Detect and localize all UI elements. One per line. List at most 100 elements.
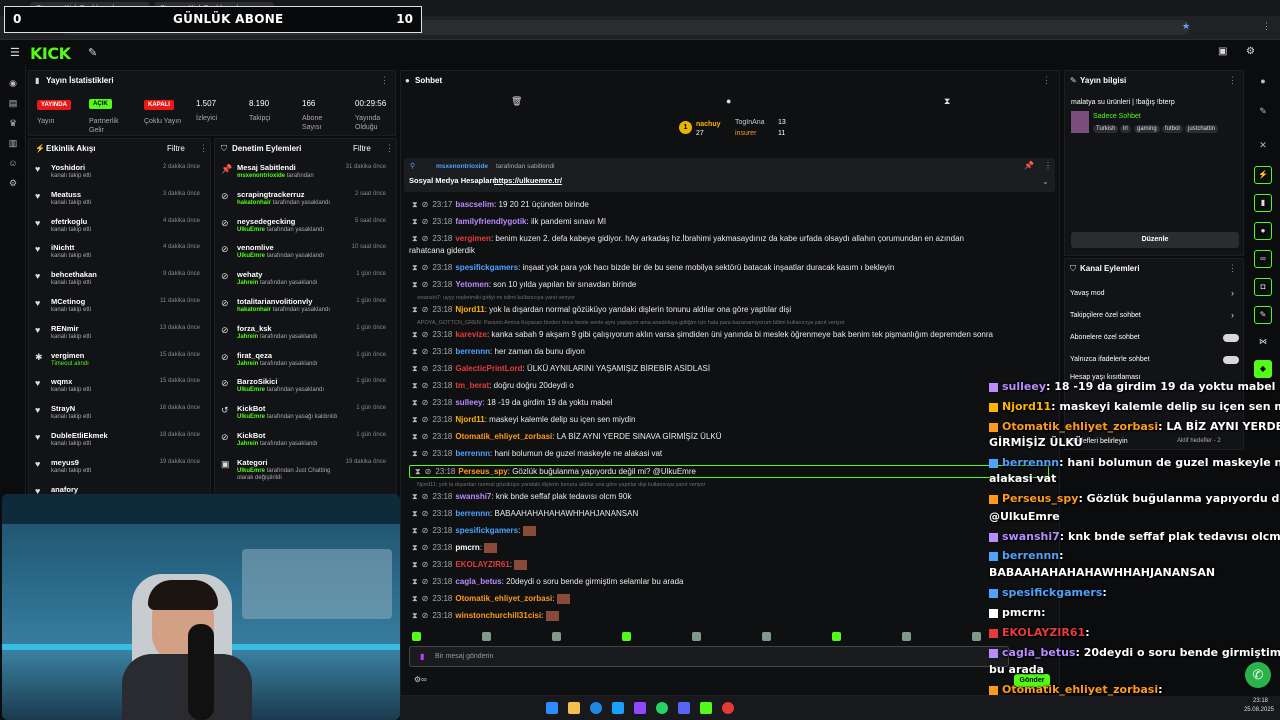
emote-quick-icon[interactable]: [832, 632, 841, 641]
timeout-action-icon[interactable]: ⧗: [412, 611, 418, 620]
activity-user[interactable]: RENmir: [51, 324, 79, 333]
timeout-action-icon[interactable]: ⧗: [412, 432, 418, 441]
chevron-right-icon[interactable]: ›: [1231, 310, 1234, 320]
timeout-action-icon[interactable]: ⧗: [412, 492, 418, 501]
ban-action-icon[interactable]: ⊘: [422, 432, 429, 441]
moderation-target[interactable]: firat_qeza: [237, 351, 272, 360]
action-followers-only[interactable]: Takipçilere özel sohbet: [1070, 312, 1141, 319]
emote-quick-icon[interactable]: [902, 632, 911, 641]
unpin-icon[interactable]: 📌: [1024, 161, 1034, 170]
chat-user[interactable]: Yetomen: [455, 280, 488, 289]
chat-user[interactable]: tm_berat: [455, 381, 489, 390]
ban-action-icon[interactable]: ⊘: [422, 200, 429, 209]
timeout-action-icon[interactable]: ⧗: [412, 217, 418, 226]
ban-action-icon[interactable]: ⊘: [422, 280, 429, 289]
close-icon[interactable]: ✕: [1256, 140, 1270, 152]
moderator-name[interactable]: Jahrein: [237, 441, 258, 447]
action-subs-only[interactable]: Abonelere özel sohbet: [1070, 334, 1140, 341]
timeout-action-icon[interactable]: ⧗: [412, 263, 418, 272]
chevron-right-icon[interactable]: ›: [1231, 288, 1234, 298]
action-emote-only[interactable]: Yalnızca ifadelerle sohbet: [1070, 356, 1150, 363]
info-menu-icon[interactable]: ⋮: [1228, 75, 1237, 86]
emote-quick-icon[interactable]: [412, 632, 421, 641]
timeout-action-icon[interactable]: ⧗: [412, 234, 418, 243]
trash-icon[interactable]: ▮: [1254, 194, 1272, 212]
timeout-action-icon[interactable]: ⧗: [412, 415, 418, 424]
gear-icon[interactable]: ⚙: [6, 178, 20, 190]
moderator-name[interactable]: UlkuEmre: [237, 468, 265, 474]
bars-icon[interactable]: ▥: [6, 138, 20, 150]
timeout-action-icon[interactable]: ⧗: [412, 526, 418, 535]
ban-action-icon[interactable]: ⊘: [422, 577, 429, 586]
tag-chip[interactable]: Turkish: [1093, 125, 1119, 133]
moderator-name[interactable]: UlkuEmre: [237, 387, 265, 393]
settings-chat-icon[interactable]: ⚙∞: [414, 675, 427, 684]
windows-start-icon[interactable]: [546, 702, 558, 714]
timeout-action-icon[interactable]: ⧗: [412, 594, 418, 603]
lock-icon[interactable]: ◘: [1254, 278, 1272, 296]
ban-action-icon[interactable]: ⊘: [422, 449, 429, 458]
activity-user[interactable]: iNichtt: [51, 243, 74, 252]
moderation-target[interactable]: forza_ksk: [237, 324, 272, 333]
chat-input[interactable]: ▮ Bir mesaj gönderin: [409, 646, 1009, 667]
tag-chip[interactable]: gaming: [1134, 125, 1160, 133]
activity-filter-button[interactable]: Filtre: [167, 144, 185, 153]
timeout-action-icon[interactable]: ⧗: [412, 543, 418, 552]
moderation-target[interactable]: totalitarianvolitionvly: [237, 297, 312, 306]
bookmark-star-icon[interactable]: ★: [1182, 21, 1190, 32]
activity-user[interactable]: wqmx: [51, 377, 72, 386]
pinned-link[interactable]: https://ulkuemre.tr/: [494, 176, 562, 185]
activity-user[interactable]: meyus9: [51, 458, 79, 467]
chat-user[interactable]: sulleey: [455, 398, 482, 407]
moderator-name[interactable]: Jahrein: [237, 361, 258, 367]
steam-icon[interactable]: [612, 702, 624, 714]
ban-action-icon[interactable]: ⊘: [422, 347, 429, 356]
chat-user[interactable]: Njord11: [455, 305, 484, 314]
chat-user[interactable]: GalecticPrintLord: [455, 364, 522, 373]
moderation-target[interactable]: KickBot: [237, 404, 265, 413]
bolt-icon[interactable]: ⚡: [1254, 166, 1272, 184]
chat-user[interactable]: berrennn: [455, 347, 490, 356]
ban-action-icon[interactable]: ⊘: [425, 467, 432, 476]
wrench-icon[interactable]: ✎: [1254, 306, 1272, 324]
chat-menu-icon[interactable]: ⋮: [1042, 75, 1051, 86]
timeout-action-icon[interactable]: ⧗: [412, 381, 418, 390]
chat-bubble-icon[interactable]: ●: [1254, 222, 1272, 240]
action-slow-mode[interactable]: Yavaş mod: [1070, 290, 1105, 297]
trophy-icon[interactable]: ♛: [6, 118, 20, 130]
chat-user[interactable]: familyfriendlygotik: [455, 217, 526, 226]
ban-action-icon[interactable]: ⊘: [422, 492, 429, 501]
edit-button[interactable]: Düzenle: [1071, 232, 1239, 248]
pinned-menu-icon[interactable]: ⋮: [1044, 161, 1052, 170]
emote-only-toggle[interactable]: [1223, 356, 1239, 364]
ban-action-icon[interactable]: ⊘: [422, 364, 429, 373]
timeout-action-icon[interactable]: ⧗: [412, 449, 418, 458]
bubble-icon[interactable]: ●: [726, 96, 731, 106]
moderator-name[interactable]: hakatonhair: [237, 200, 271, 206]
emote-quick-icon[interactable]: [762, 632, 771, 641]
moderation-target[interactable]: wehaty: [237, 270, 262, 279]
emote-quick-icon[interactable]: [482, 632, 491, 641]
tag-chip[interactable]: futbol: [1162, 125, 1183, 133]
chat-user[interactable]: winstonchurchill31cisi: [455, 611, 541, 620]
timeout-action-icon[interactable]: ⧗: [412, 577, 418, 586]
ban-action-icon[interactable]: ⊘: [422, 611, 429, 620]
chat-user[interactable]: spesifickgamers: [455, 263, 518, 272]
link-icon[interactable]: ∞: [1254, 250, 1272, 268]
chat-user[interactable]: Otomatik_ehliyet_zorbasi: [455, 594, 552, 603]
trash-icon[interactable]: 🗑: [511, 96, 522, 107]
chat-user[interactable]: berrennn: [455, 509, 490, 518]
chat-user[interactable]: spesifickgamers: [455, 526, 518, 535]
actions-menu-icon[interactable]: ⋮: [1228, 263, 1237, 274]
app-icon[interactable]: [634, 702, 646, 714]
ban-action-icon[interactable]: ⊘: [422, 594, 429, 603]
kick-app-icon[interactable]: [700, 702, 712, 714]
emote-quick-icon[interactable]: [552, 632, 561, 641]
timeout-action-icon[interactable]: ⧗: [412, 330, 418, 339]
moderation-target[interactable]: venomlive: [237, 243, 274, 252]
moderator-name[interactable]: UlkuEmre: [237, 227, 265, 233]
ban-action-icon[interactable]: ⊘: [422, 398, 429, 407]
ban-action-icon[interactable]: ⊘: [422, 381, 429, 390]
timeout-action-icon[interactable]: ⧗: [412, 347, 418, 356]
activity-user[interactable]: StrayN: [51, 404, 75, 413]
